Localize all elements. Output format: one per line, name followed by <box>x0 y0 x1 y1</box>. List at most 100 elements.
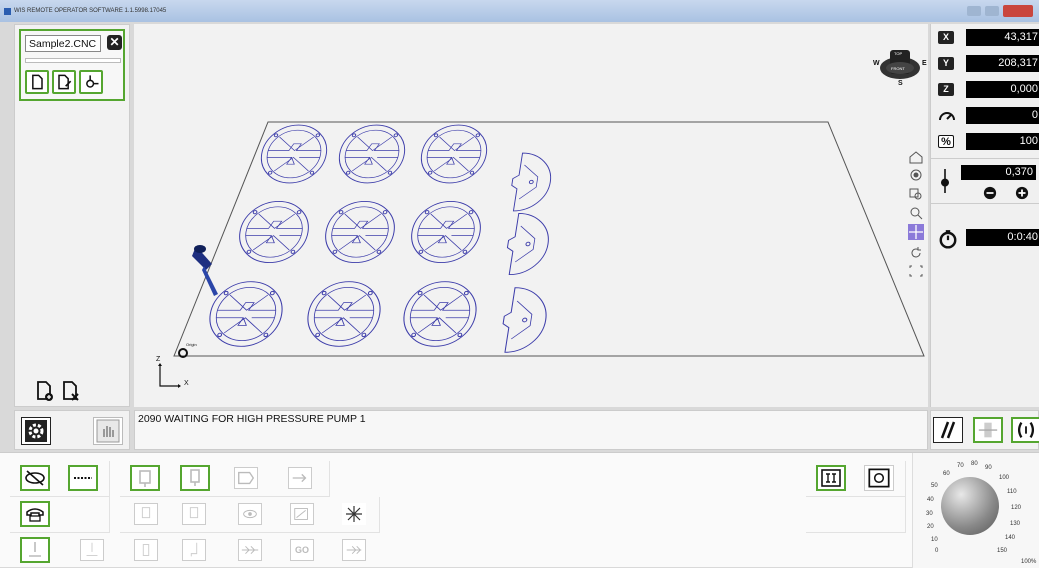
dial-tick-150: 150 <box>997 548 1008 554</box>
remove-file-button[interactable] <box>59 379 83 403</box>
step-icon <box>241 546 259 554</box>
remove-document-icon <box>63 381 79 401</box>
dro-override: % 100 <box>936 132 1039 152</box>
decrease-icon[interactable] <box>983 186 997 200</box>
stop-button[interactable] <box>93 417 123 445</box>
crossed-eye-icon <box>25 470 45 486</box>
speed-dial-knob[interactable] <box>941 477 999 535</box>
view-toolbar <box>908 150 924 290</box>
frame-center-icon <box>868 468 890 488</box>
diagonal-button[interactable] <box>290 503 314 525</box>
dial-tick-20: 20 <box>927 524 934 530</box>
hose-button[interactable] <box>182 539 206 561</box>
water-head-button[interactable] <box>130 465 160 491</box>
maximize-button[interactable] <box>967 6 981 16</box>
fast-forward-button[interactable] <box>342 539 366 561</box>
valve-button[interactable] <box>134 539 158 561</box>
fit-icon[interactable] <box>908 264 924 278</box>
axis-z-label: Z <box>156 356 161 363</box>
parallel-lines-icon <box>940 421 956 439</box>
axis-triad: Z X <box>156 356 196 392</box>
bracket-button[interactable] <box>1011 417 1039 443</box>
dro-x: X 43,317 <box>936 28 1039 48</box>
nozzle-2-icon <box>141 507 151 519</box>
abrasive-head-button[interactable] <box>180 465 210 491</box>
arrow-right-icon <box>292 473 307 483</box>
compass-south-label: S <box>898 80 903 87</box>
dotted-line-button[interactable] <box>68 465 98 491</box>
settings-button[interactable] <box>21 417 51 445</box>
height-sensor-icon <box>941 169 949 193</box>
water-head-2-button[interactable] <box>134 503 158 525</box>
stroke-off-button[interactable] <box>20 465 50 491</box>
splash-button[interactable] <box>342 503 366 525</box>
piercing-2-button[interactable] <box>80 539 104 561</box>
file-card[interactable]: Sample2.CNC ✕ <box>19 29 125 101</box>
fit-frame-button[interactable] <box>816 465 846 491</box>
hand-icon <box>96 419 120 443</box>
rotate-icon[interactable] <box>908 246 924 260</box>
dro-y: Y 208,317 <box>936 54 1039 74</box>
speedometer-icon <box>939 112 955 121</box>
abrasive-nozzle-2-icon <box>189 507 199 519</box>
x-position-value: 43,317 <box>966 29 1039 46</box>
dial-tick-130: 130 <box>1010 521 1021 527</box>
edit-document-button[interactable] <box>52 70 76 94</box>
home-icon[interactable] <box>908 150 924 164</box>
minimize-button[interactable] <box>985 6 999 16</box>
piercing-icon <box>29 542 41 557</box>
pan-icon[interactable] <box>908 224 924 240</box>
tool-path-button[interactable] <box>79 70 103 94</box>
status-message: 2090 WAITING FOR HIGH PRESSURE PUMP 1 <box>134 410 928 450</box>
increase-icon[interactable] <box>1015 186 1029 200</box>
close-window-button[interactable] <box>1003 5 1033 17</box>
align-button[interactable] <box>973 417 1003 443</box>
document-icon <box>32 74 43 90</box>
zoom-window-icon[interactable] <box>908 187 924 201</box>
view-orbit-icon[interactable] <box>908 168 924 182</box>
pump-button[interactable] <box>20 501 50 527</box>
abrasive-head-2-button[interactable] <box>182 503 206 525</box>
y-position-value: 208,317 <box>966 55 1039 72</box>
dial-tick-50: 50 <box>931 483 938 489</box>
hose-icon <box>190 542 198 557</box>
thickness-value: 0,370 <box>961 165 1036 180</box>
go-button[interactable]: GO <box>290 539 314 561</box>
dotted-line-icon <box>74 477 92 479</box>
feed-speed-value: 0 <box>966 107 1039 124</box>
piercing-button[interactable] <box>20 537 50 563</box>
add-file-button[interactable] <box>33 379 57 403</box>
view-compass[interactable]: TOP FRONT W E S <box>870 42 930 92</box>
parallel-button[interactable] <box>933 417 963 443</box>
diagonal-icon <box>294 508 308 520</box>
compass-west-label: W <box>873 60 880 67</box>
abrasive-nozzle-icon <box>190 469 200 486</box>
cutting-head <box>192 245 218 296</box>
speed-dial-panel: 0 10 20 30 40 50 60 70 80 90 100 110 120… <box>912 453 1039 568</box>
z-arrow-icon <box>238 471 255 485</box>
close-file-button[interactable]: ✕ <box>107 35 122 50</box>
status-right-panel <box>930 410 1039 450</box>
valve-icon <box>142 544 150 556</box>
zoom-icon[interactable] <box>908 206 924 220</box>
x-axis-label: X <box>938 31 954 44</box>
new-document-button[interactable] <box>25 70 49 94</box>
override-value: 100 <box>966 133 1039 150</box>
align-icon <box>978 422 998 438</box>
timer-value: 0:0:40 <box>966 229 1039 246</box>
step-button[interactable] <box>238 539 262 561</box>
window-title: WIS REMOTE OPERATOR SOFTWARE 1.1.5998.17… <box>14 8 167 14</box>
eye-button[interactable] <box>238 503 262 525</box>
percent-label: % <box>938 135 954 148</box>
nozzle-icon <box>139 470 151 487</box>
arrow-right-button[interactable] <box>288 467 312 489</box>
dial-tick-90: 90 <box>985 465 992 471</box>
toolpath-preview <box>173 121 925 357</box>
3d-viewport[interactable]: TOP FRONT W E S Z X Origin <box>134 24 928 407</box>
add-document-icon <box>37 381 53 401</box>
frame-center-button[interactable] <box>864 465 894 491</box>
z-up-button[interactable] <box>234 467 258 489</box>
dro-z: Z 0,000 <box>936 80 1039 100</box>
bottom-controls: GO 0 10 20 30 40 50 60 70 80 90 100 110 … <box>0 452 1039 568</box>
origin-label: Origin <box>186 342 197 347</box>
